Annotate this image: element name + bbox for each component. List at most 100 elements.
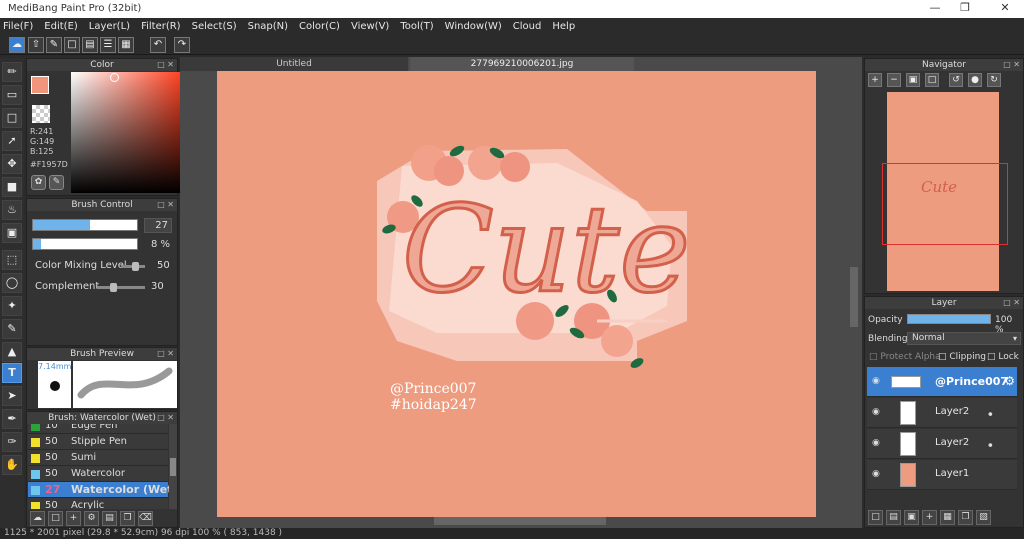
eraser-tool-icon[interactable]: ▭ (2, 85, 22, 105)
close-icon[interactable]: ✕ (990, 1, 1020, 17)
menu-cloud[interactable]: Cloud (513, 21, 542, 32)
menu-color[interactable]: Color(C) (299, 21, 340, 32)
menu-edit[interactable]: Edit(E) (44, 21, 78, 32)
reset-rotation-icon[interactable]: ● (968, 73, 982, 87)
vertical-scrollbar[interactable] (850, 267, 858, 327)
brush-size-value[interactable]: 27 (144, 218, 172, 233)
layer-row[interactable]: ◉ Layer2 ⚫ (867, 429, 1017, 459)
document-icon[interactable]: ▤ (82, 37, 98, 53)
new-brush-icon[interactable]: □ (48, 511, 63, 526)
pen-tool-icon[interactable]: ✒ (2, 409, 22, 429)
horizontal-scrollbar[interactable] (434, 517, 606, 525)
gear-icon[interactable]: ⚙ (1004, 374, 1015, 388)
panel-controls-icon[interactable]: □ ✕ (157, 59, 174, 71)
brush-tool-icon[interactable]: ✏ (2, 62, 22, 82)
gradient-tool-icon[interactable]: ▣ (2, 223, 22, 243)
brush-size-slider[interactable] (32, 219, 138, 231)
navigator-viewport-box[interactable] (882, 163, 1008, 245)
list-item[interactable]: 50 Watercolor (28, 466, 168, 482)
line-tool-icon[interactable]: ➚ (2, 131, 22, 151)
brush-list-scroll-thumb[interactable] (170, 458, 176, 476)
rectangle-tool-icon[interactable]: □ (2, 108, 22, 128)
menu-window[interactable]: Window(W) (445, 21, 502, 32)
magic-wand-icon[interactable]: ✦ (2, 296, 22, 316)
zoom-out-icon[interactable]: − (887, 73, 901, 87)
operation-tool-icon[interactable]: ➤ (2, 386, 22, 406)
layer-folder-icon[interactable]: ▦ (940, 510, 955, 525)
visibility-icon[interactable]: ◉ (872, 438, 882, 448)
visibility-icon[interactable]: ◉ (872, 469, 882, 479)
new-layer-icon[interactable]: □ (868, 510, 883, 525)
text-tool-icon[interactable]: T (2, 363, 22, 383)
add-brush-icon[interactable]: + (66, 511, 81, 526)
folder-icon[interactable]: ▤ (102, 511, 117, 526)
protect-alpha-checkbox[interactable]: □ Protect Alpha (869, 352, 941, 362)
cloud-sync-icon[interactable]: ☁ (9, 37, 25, 53)
bucket-tool-icon[interactable]: ♨ (2, 200, 22, 220)
undo-icon[interactable]: ↶ (150, 37, 166, 53)
blending-select[interactable]: Normal ▾ (907, 332, 1021, 345)
clipping-checkbox[interactable]: □ Clipping (938, 352, 986, 362)
menu-help[interactable]: Help (552, 21, 575, 32)
zoom-in-icon[interactable]: + (868, 73, 882, 87)
menu-select[interactable]: Select(S) (192, 21, 237, 32)
share-icon[interactable]: ⇧ (28, 37, 44, 53)
color-mixing-knob[interactable] (132, 262, 139, 271)
tab-active-document[interactable]: 277969210006201.jpg (410, 57, 634, 71)
layer-row[interactable]: ◉ Layer2 ⚫ (867, 398, 1017, 428)
new-8bit-layer-icon[interactable]: ▣ (904, 510, 919, 525)
brush-opacity-slider[interactable] (32, 238, 138, 250)
panel-controls-icon[interactable]: □ ✕ (157, 199, 174, 211)
redo-icon[interactable]: ↷ (174, 37, 190, 53)
visibility-icon[interactable]: ◉ (872, 376, 882, 386)
speech-icon[interactable]: □ (64, 37, 80, 53)
foreground-color-swatch[interactable] (31, 76, 49, 94)
list-item[interactable]: 27 Watercolor (Wet) (28, 482, 169, 498)
brush-list-scrollbar[interactable] (169, 424, 177, 509)
restore-icon[interactable]: ❐ (950, 1, 980, 17)
cloud-brush-icon[interactable]: ☁ (30, 511, 45, 526)
artboard[interactable]: Cute @Prince007 #hoidap247 (217, 71, 816, 517)
list-item[interactable]: 50 Stipple Pen (28, 434, 168, 450)
tab-untitled[interactable]: Untitled (180, 57, 408, 71)
merge-layer-icon[interactable]: ▧ (976, 510, 991, 525)
delete-brush-icon[interactable]: ⌫ (138, 511, 153, 526)
eyedropper-icon[interactable]: ✑ (2, 432, 22, 452)
brush-settings-icon[interactable]: ⚙ (84, 511, 99, 526)
complement-track[interactable] (97, 286, 145, 289)
list-item[interactable]: 50 Acrylic (28, 498, 168, 509)
minimize-icon[interactable]: — (920, 1, 950, 17)
layer-opacity-slider[interactable] (907, 314, 991, 324)
rotate-right-icon[interactable]: ↻ (987, 73, 1001, 87)
list-item[interactable]: 10 Edge Pen (28, 424, 168, 434)
select-pen-icon[interactable]: ✎ (2, 319, 22, 339)
panel-controls-icon[interactable]: □ ✕ (1003, 59, 1020, 71)
lasso-icon[interactable]: ◯ (2, 273, 22, 293)
layer-row[interactable]: ◉ Layer1 (867, 460, 1017, 490)
copy-brush-icon[interactable]: ❐ (120, 511, 135, 526)
rotate-left-icon[interactable]: ↺ (949, 73, 963, 87)
sv-cursor[interactable] (110, 73, 119, 82)
actual-size-icon[interactable]: □ (925, 73, 939, 87)
comment-icon[interactable]: ✎ (46, 37, 62, 53)
color-picker-icon[interactable]: ✎ (49, 175, 64, 190)
fit-screen-icon[interactable]: ▣ (906, 73, 920, 87)
list-item[interactable]: 50 Sumi (28, 450, 168, 466)
saturation-value-picker[interactable] (71, 72, 185, 193)
panel-controls-icon[interactable]: □ ✕ (157, 412, 174, 424)
add-layer-icon[interactable]: + (922, 510, 937, 525)
menu-tool[interactable]: Tool(T) (400, 21, 433, 32)
grid-icon[interactable]: ▦ (118, 37, 134, 53)
menu-layer[interactable]: Layer(L) (89, 21, 130, 32)
fill-rect-tool-icon[interactable]: ■ (2, 177, 22, 197)
complement-knob[interactable] (110, 283, 117, 292)
duplicate-layer-icon[interactable]: ❐ (958, 510, 973, 525)
hand-tool-icon[interactable]: ✋ (2, 455, 22, 475)
transparent-color-swatch[interactable] (32, 105, 50, 123)
layer-row[interactable]: ◉ @Prince007 ⚙ (867, 367, 1017, 397)
menu-snap[interactable]: Snap(N) (248, 21, 288, 32)
color-palette-icon[interactable]: ✿ (31, 175, 46, 190)
menu-filter[interactable]: Filter(R) (141, 21, 181, 32)
select-eraser-icon[interactable]: ▲ (2, 342, 22, 362)
menu-view[interactable]: View(V) (351, 21, 389, 32)
